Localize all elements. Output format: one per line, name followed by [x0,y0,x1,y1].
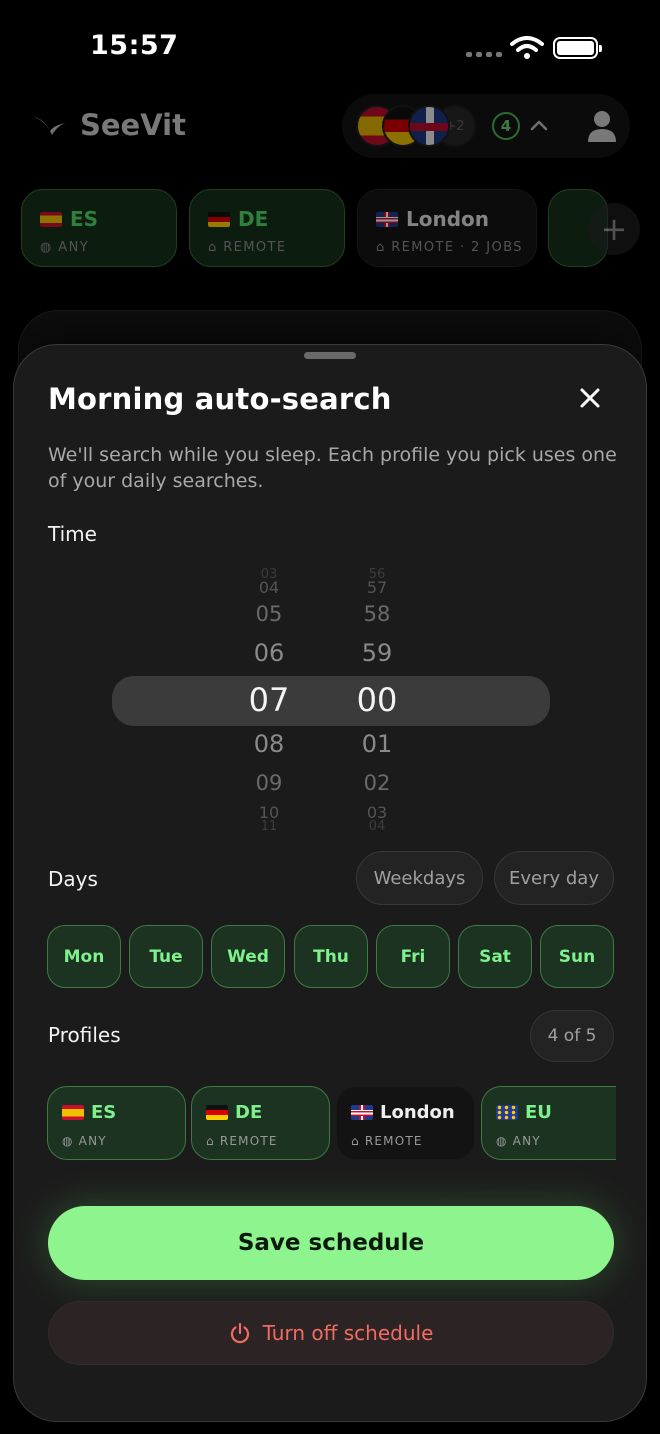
hour-option[interactable]: 05 [229,602,309,626]
every-day-preset-button[interactable]: Every day [494,851,614,905]
profile-label: DE [235,1102,263,1123]
minute-selected[interactable]: 00 [337,681,417,719]
home-icon: ⌂ [206,1134,215,1148]
power-icon [230,1322,249,1344]
profile-label: EU [525,1102,552,1123]
profile-sub: ANY [78,1134,107,1148]
profile-chip-eu[interactable]: EU ◍ ANY [481,1086,616,1160]
wifi-icon [510,36,544,59]
status-time: 15:57 [90,30,179,61]
chip-label: ES [70,207,99,231]
turn-off-label: Turn off schedule [262,1321,434,1345]
profile-label: London [380,1102,455,1123]
hour-option[interactable]: 09 [229,771,309,795]
flag-es-icon [62,1105,84,1120]
globe-icon: ◍ [62,1134,74,1148]
chevron-up-icon[interactable] [527,114,551,138]
minute-option[interactable]: 02 [337,771,417,795]
hour-option[interactable]: 08 [229,730,309,758]
chip-sub-text: REMOTE [223,240,287,255]
sheet-title: Morning auto-search [48,382,392,416]
minute-option[interactable]: 01 [337,730,417,758]
minute-option[interactable]: 57 [337,578,417,597]
home-icon: ⌂ [351,1134,360,1148]
chip-sub-text: REMOTE · 2 JOBS [391,240,523,255]
hour-option[interactable]: 04 [229,578,309,597]
profile-chip-row: ES ◍ ANY DE ⌂ REMOTE London ⌂ REMOTE · 2… [0,189,660,269]
app-name: SeeVit [80,108,186,142]
profile-chip-de[interactable]: DE ⌂ REMOTE [191,1086,330,1160]
day-tue[interactable]: Tue [129,925,203,988]
flag-de-icon [206,1105,228,1120]
sheet-subtitle: We'll search while you sleep. Each profi… [48,444,617,492]
profile-chip-london[interactable]: London ⌂ REMOTE [336,1086,475,1160]
chip-de[interactable]: DE ⌂ REMOTE [189,189,345,267]
minute-option[interactable]: 58 [337,602,417,626]
flag-de-icon [208,211,230,227]
flag-gb-icon [351,1105,373,1120]
globe-icon: ◍ [496,1134,508,1148]
profile-sub: REMOTE [219,1134,278,1148]
day-thu[interactable]: Thu [294,925,368,988]
profiles-label: Profiles [48,1023,121,1047]
profiles-count-badge: 4 of 5 [530,1010,614,1062]
day-wed[interactable]: Wed [211,925,285,988]
user-avatar-icon[interactable] [580,104,624,148]
hour-option[interactable]: 06 [229,639,309,667]
flag-eu-icon [496,1105,518,1120]
auto-search-sheet: Morning auto-search We'll search while y… [13,344,647,1422]
profile-sub: ANY [512,1134,541,1148]
cellular-signal-icon [466,52,502,57]
flag-gb-icon [408,105,450,147]
close-icon[interactable] [575,383,605,413]
app-brand: SeeVit [32,108,186,142]
day-fri[interactable]: Fri [376,925,450,988]
flag-es-icon [40,211,62,227]
chip-sub: ◍ ANY [40,240,90,255]
add-profile-button[interactable]: + [588,203,640,255]
profile-switcher[interactable]: +2 4 [342,94,630,158]
status-bar: 15:57 [0,0,660,96]
chip-es[interactable]: ES ◍ ANY [21,189,177,267]
day-mon[interactable]: Mon [47,925,121,988]
day-sun[interactable]: Sun [540,925,614,988]
active-count-badge: 4 [492,112,520,140]
minute-option[interactable]: 04 [337,819,417,834]
chip-sub-text: ANY [58,240,90,255]
chip-sub: ⌂ REMOTE · 2 JOBS [376,240,523,255]
hour-option[interactable]: 11 [229,819,309,834]
brand-logo-icon [34,117,66,135]
chip-london[interactable]: London ⌂ REMOTE · 2 JOBS [357,189,537,267]
flag-gb-icon [376,211,398,227]
minute-option[interactable]: 59 [337,639,417,667]
day-sat[interactable]: Sat [458,925,532,988]
hour-selected[interactable]: 07 [229,681,309,719]
chip-label: London [406,207,490,231]
profile-chip-es[interactable]: ES ◍ ANY [47,1086,186,1160]
picker-selection-band [112,676,550,726]
weekdays-preset-button[interactable]: Weekdays [356,851,483,905]
turn-off-schedule-button[interactable]: Turn off schedule [48,1301,614,1365]
battery-icon [553,37,602,59]
chip-sub: ⌂ REMOTE [208,240,287,255]
days-label: Days [48,867,98,891]
time-label: Time [48,522,97,546]
profile-sub: REMOTE [364,1134,423,1148]
chip-label: DE [238,207,269,231]
save-schedule-button[interactable]: Save schedule [48,1206,614,1280]
flag-stack: +2 [356,105,476,147]
profile-label: ES [91,1102,117,1123]
sheet-grabber[interactable] [304,352,356,359]
